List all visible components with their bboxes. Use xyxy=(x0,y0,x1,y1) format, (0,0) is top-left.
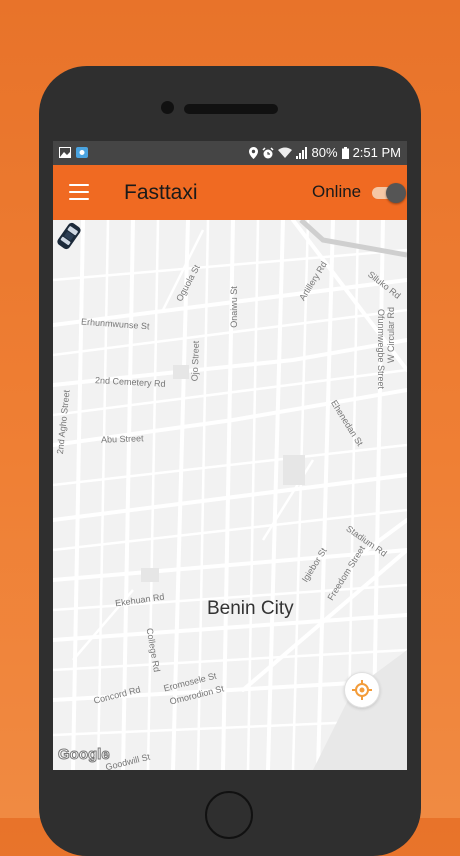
toggle-thumb xyxy=(386,183,406,203)
earpiece-speaker xyxy=(184,104,278,114)
wifi-icon xyxy=(277,147,292,158)
home-button[interactable] xyxy=(205,791,253,839)
street-label: Ofunmwegbe Street xyxy=(376,308,387,390)
app-bar: Fasttaxi Online xyxy=(53,165,407,220)
street-label: W Circular Rd xyxy=(386,306,397,364)
battery-icon xyxy=(341,146,349,159)
map-view[interactable]: Oguola St Onaiwu St Artillery Rd Siluko … xyxy=(53,220,407,770)
street-label: Ojo Street xyxy=(189,340,201,382)
street-label: Abu Street xyxy=(100,433,144,445)
alarm-icon xyxy=(262,146,274,158)
hamburger-menu-icon[interactable] xyxy=(69,184,89,200)
crosshair-icon xyxy=(352,680,372,700)
app-screen: 80% 2:51 PM Fasttaxi Online Oguola St On… xyxy=(53,141,407,770)
front-camera xyxy=(161,101,174,114)
taxi-car-icon xyxy=(57,222,81,250)
street-label: Onaiwu St xyxy=(228,286,239,328)
status-time: 2:51 PM xyxy=(352,145,401,160)
my-location-button[interactable] xyxy=(344,672,380,708)
location-icon xyxy=(248,146,258,159)
city-label: Benin City xyxy=(207,598,294,619)
app-icon xyxy=(76,147,88,158)
battery-percent: 80% xyxy=(311,145,338,160)
status-bar: 80% 2:51 PM xyxy=(53,141,407,165)
signal-icon xyxy=(295,146,307,159)
google-logo: Google xyxy=(58,746,111,764)
online-toggle[interactable] xyxy=(372,183,406,203)
app-title: Fasttaxi xyxy=(124,181,198,204)
online-label: Online xyxy=(312,182,362,201)
gallery-icon xyxy=(59,147,71,158)
